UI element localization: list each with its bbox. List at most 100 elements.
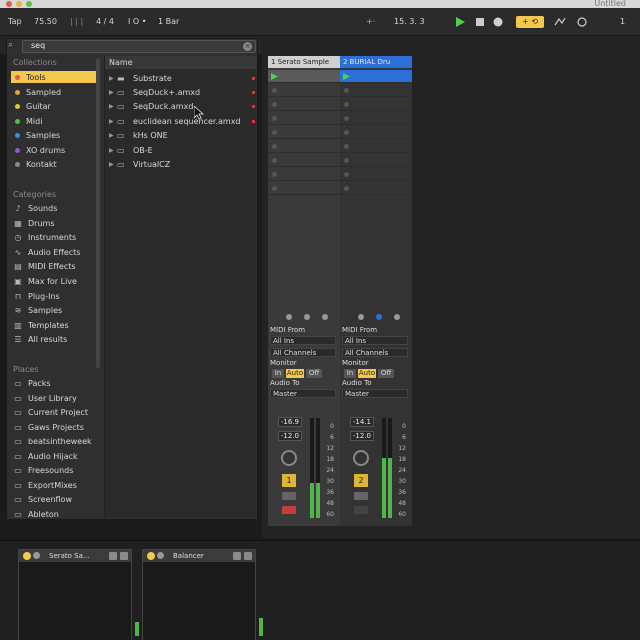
input-type-select[interactable]: All Ins (342, 336, 408, 345)
category-drums[interactable]: ▦ Drums (11, 217, 99, 229)
collection-sampled[interactable]: Sampled (11, 86, 99, 98)
slot-stop-icon[interactable] (344, 186, 349, 191)
device-fold-icon[interactable] (33, 552, 40, 559)
record-icon[interactable] (492, 16, 504, 28)
follow-icon[interactable]: +· (366, 17, 375, 26)
tempo-field[interactable]: 75.50 (34, 17, 57, 26)
file-row[interactable]: ▶ ▬ Substrate (105, 72, 257, 85)
clip-play-icon[interactable] (343, 73, 350, 80)
output-select[interactable]: Master (270, 389, 336, 398)
device-save-icon[interactable] (233, 552, 241, 560)
time-signature-field[interactable]: 4 / 4 (96, 17, 114, 26)
clip-slot[interactable] (268, 112, 340, 125)
slot-stop-icon[interactable] (344, 144, 349, 149)
input-channel-select[interactable]: All Channels (342, 348, 408, 357)
solo-button[interactable] (282, 492, 296, 500)
expand-arrow-icon[interactable]: ▶ (109, 103, 117, 110)
place-screenflow[interactable]: ▭ Screenflow (11, 493, 99, 505)
clip-slot[interactable] (268, 84, 340, 97)
slot-stop-icon[interactable] (344, 102, 349, 107)
category-instruments[interactable]: ◷ Instruments (11, 231, 99, 243)
collection-xo-drums[interactable]: XO drums (11, 144, 99, 156)
device-toggle-icon[interactable] (394, 314, 400, 320)
category-sounds[interactable]: ♪ Sounds (11, 202, 99, 214)
clip-slot[interactable] (340, 126, 412, 139)
collection-guitar[interactable]: Guitar (11, 100, 99, 112)
expand-arrow-icon[interactable]: ▶ (109, 89, 117, 96)
monitor-off-button[interactable]: Off (306, 369, 322, 378)
category-all-results[interactable]: ☰ All results (11, 333, 99, 345)
slot-stop-icon[interactable] (344, 172, 349, 177)
device-save-icon[interactable] (109, 552, 117, 560)
category-templates[interactable]: ▥ Templates (11, 319, 99, 331)
input-type-select[interactable]: All Ins (270, 336, 336, 345)
metronome-button[interactable]: I O • (128, 17, 146, 26)
expand-arrow-icon[interactable]: ▶ (109, 132, 117, 139)
session-record-button[interactable]: + ⟲ (516, 16, 544, 28)
slot-stop-icon[interactable] (344, 158, 349, 163)
file-row[interactable]: ▶ ▭ VirtualCZ (105, 158, 257, 171)
input-channel-select[interactable]: All Channels (270, 348, 336, 357)
file-row[interactable]: ▶ ▭ OB-E (105, 144, 257, 157)
device-menu-icon[interactable] (244, 552, 252, 560)
expand-arrow-icon[interactable]: ▶ (109, 147, 117, 154)
slot-stop-icon[interactable] (272, 144, 277, 149)
sidebar-scrollbar[interactable] (96, 58, 100, 368)
device-fold-icon[interactable] (157, 552, 164, 559)
clip-slot[interactable] (268, 70, 340, 83)
pan-knob[interactable] (353, 450, 369, 466)
track-pan-field[interactable]: -12.0 (278, 431, 302, 441)
category-samples[interactable]: ≋ Samples (11, 304, 99, 316)
stop-icon[interactable] (474, 16, 486, 28)
device-toggle-icon[interactable] (376, 314, 382, 320)
place-current-project[interactable]: ▭ Current Project (11, 406, 99, 418)
expand-arrow-icon[interactable]: ▶ (109, 75, 117, 82)
expand-arrow-icon[interactable]: ▶ (109, 161, 117, 168)
clear-search-icon[interactable]: × (243, 42, 252, 51)
clip-slot[interactable] (340, 112, 412, 125)
device-toggle-icon[interactable] (358, 314, 364, 320)
close-window-button[interactable] (6, 1, 12, 7)
slot-stop-icon[interactable] (272, 130, 277, 135)
slot-stop-icon[interactable] (272, 116, 277, 121)
clip-slot[interactable] (268, 154, 340, 167)
category-plug-ins[interactable]: ⊓ Plug-Ins (11, 290, 99, 302)
arrangement-position-field[interactable]: 15. 3. 3 (394, 17, 425, 26)
overdub-icon[interactable] (576, 16, 588, 28)
clip-slot[interactable] (268, 126, 340, 139)
clip-slot[interactable] (340, 182, 412, 195)
track-pan-field[interactable]: -12.0 (350, 431, 374, 441)
category-audio-effects[interactable]: ∿ Audio Effects (11, 246, 99, 258)
automation-arm-icon[interactable] (554, 16, 566, 28)
clip-slot[interactable] (268, 98, 340, 111)
category-midi-effects[interactable]: ▤ MIDI Effects (11, 260, 99, 272)
slot-stop-icon[interactable] (272, 102, 277, 107)
slot-stop-icon[interactable] (272, 172, 277, 177)
clip-slot[interactable] (268, 182, 340, 195)
clip-play-icon[interactable] (271, 73, 278, 80)
monitor-in-button[interactable]: In (344, 369, 356, 378)
monitor-off-button[interactable]: Off (378, 369, 394, 378)
track-title[interactable]: 2 BURIAL Dru (340, 56, 412, 68)
track-volume-field[interactable]: -14.1 (350, 417, 374, 427)
clip-slot[interactable] (340, 140, 412, 153)
place-exportmixes[interactable]: ▭ ExportMixes (11, 479, 99, 491)
slot-stop-icon[interactable] (344, 88, 349, 93)
track-title[interactable]: 1 Serato Sample (268, 56, 340, 68)
collection-kontakt[interactable]: Kontakt (11, 158, 99, 170)
search-icon[interactable]: ⌕ (8, 40, 20, 52)
place-audio-hijack[interactable]: ▭ Audio Hijack (11, 450, 99, 462)
place-gaws-projects[interactable]: ▭ Gaws Projects (11, 421, 99, 433)
arm-record-button[interactable] (354, 506, 368, 514)
collection-midi[interactable]: Midi (11, 115, 99, 127)
slot-stop-icon[interactable] (344, 130, 349, 135)
place-packs[interactable]: ▭ Packs (11, 377, 99, 389)
collection-samples[interactable]: Samples (11, 129, 99, 141)
track-activator-button[interactable]: 2 (354, 474, 368, 487)
file-row[interactable]: ▶ ▭ kHs ONE (105, 129, 257, 142)
expand-arrow-icon[interactable]: ▶ (109, 118, 117, 125)
zoom-window-button[interactable] (26, 1, 32, 7)
monitor-auto-button[interactable]: Auto (286, 369, 304, 378)
arm-record-button[interactable] (282, 506, 296, 514)
clip-slot[interactable] (340, 154, 412, 167)
